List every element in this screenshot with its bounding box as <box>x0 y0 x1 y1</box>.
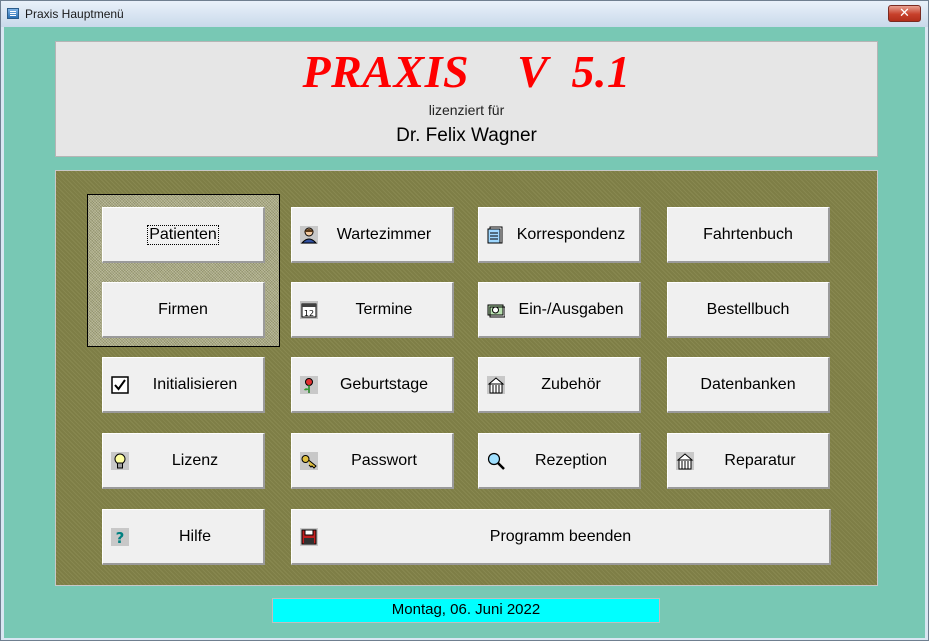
passwort-button[interactable]: Passwort <box>291 433 454 489</box>
ein-ausgaben-button[interactable]: Ein-/Ausgaben <box>478 282 641 338</box>
rezeption-label: Rezeption <box>534 451 608 469</box>
firmen-button[interactable]: Firmen <box>102 282 265 338</box>
hilfe-button[interactable]: ? Hilfe <box>102 509 265 565</box>
magnifier-icon <box>487 452 505 470</box>
floppy-disk-icon <box>300 528 318 546</box>
wartezimmer-button[interactable]: Wartezimmer <box>291 207 454 263</box>
flower-icon <box>300 376 318 394</box>
close-button[interactable]: ✕ <box>888 5 921 22</box>
termine-label: Termine <box>355 300 413 318</box>
reparatur-button[interactable]: Reparatur <box>667 433 830 489</box>
datenbanken-label: Datenbanken <box>700 375 796 393</box>
bestellbuch-label: Bestellbuch <box>706 300 790 318</box>
money-icon <box>487 301 505 319</box>
bestellbuch-button[interactable]: Bestellbuch <box>667 282 830 338</box>
document-icon <box>487 226 505 244</box>
patienten-label: Patienten <box>147 224 219 245</box>
close-icon: ✕ <box>899 6 910 21</box>
praxis-main-window: Praxis Hauptmenü ✕ PRAXIS V 5.1 lizenzie… <box>0 0 929 641</box>
reparatur-label: Reparatur <box>724 451 796 469</box>
header-panel: PRAXIS V 5.1 lizenziert für Dr. Felix Wa… <box>55 41 878 157</box>
svg-text:?: ? <box>116 529 125 546</box>
window-title: Praxis Hauptmenü <box>25 7 124 21</box>
app-title: PRAXIS V 5.1 <box>302 46 631 97</box>
menu-panel: Patienten Wartezimmer Korrespondenz Fahr… <box>55 170 878 586</box>
person-icon <box>300 226 318 244</box>
programm-beenden-label: Programm beenden <box>489 527 632 545</box>
lightbulb-icon <box>111 452 129 470</box>
title-bar[interactable]: Praxis Hauptmenü ✕ <box>1 1 928 27</box>
zubehoer-label: Zubehör <box>541 375 601 393</box>
termine-button[interactable]: 12 Termine <box>291 282 454 338</box>
lizenz-button[interactable]: Lizenz <box>102 433 265 489</box>
checkbox-icon <box>111 376 129 394</box>
licensee-name: Dr. Felix Wagner <box>396 125 537 146</box>
korrespondenz-button[interactable]: Korrespondenz <box>478 207 641 263</box>
date-display: Montag, 06. Juni 2022 <box>272 598 660 623</box>
programm-beenden-button[interactable]: Programm beenden <box>291 509 831 565</box>
svg-text:12: 12 <box>304 309 314 318</box>
app-window-icon <box>7 8 19 19</box>
initialisieren-label: Initialisieren <box>152 375 238 393</box>
hilfe-label: Hilfe <box>178 527 211 545</box>
fahrtenbuch-button[interactable]: Fahrtenbuch <box>667 207 830 263</box>
firmen-label: Firmen <box>158 300 208 318</box>
main-menu-area: PRAXIS V 5.1 lizenziert für Dr. Felix Wa… <box>4 27 925 638</box>
zubehoer-button[interactable]: Zubehör <box>478 357 641 413</box>
building-icon <box>676 452 694 470</box>
fahrtenbuch-label: Fahrtenbuch <box>703 225 793 243</box>
initialisieren-button[interactable]: Initialisieren <box>102 357 265 413</box>
question-icon: ? <box>111 528 129 546</box>
calendar-icon: 12 <box>300 301 318 319</box>
wartezimmer-label: Wartezimmer <box>336 225 432 243</box>
key-icon <box>300 452 318 470</box>
rezeption-button[interactable]: Rezeption <box>478 433 641 489</box>
korrespondenz-label: Korrespondenz <box>516 225 626 243</box>
patienten-button[interactable]: Patienten <box>102 207 265 263</box>
licensed-label: lizenziert für <box>428 102 505 118</box>
building-icon <box>487 376 505 394</box>
datenbanken-button[interactable]: Datenbanken <box>667 357 830 413</box>
lizenz-label: Lizenz <box>171 451 219 469</box>
geburtstage-button[interactable]: Geburtstage <box>291 357 454 413</box>
passwort-label: Passwort <box>351 451 417 469</box>
ein-ausgaben-label: Ein-/Ausgaben <box>518 300 624 318</box>
geburtstage-label: Geburtstage <box>339 375 429 393</box>
